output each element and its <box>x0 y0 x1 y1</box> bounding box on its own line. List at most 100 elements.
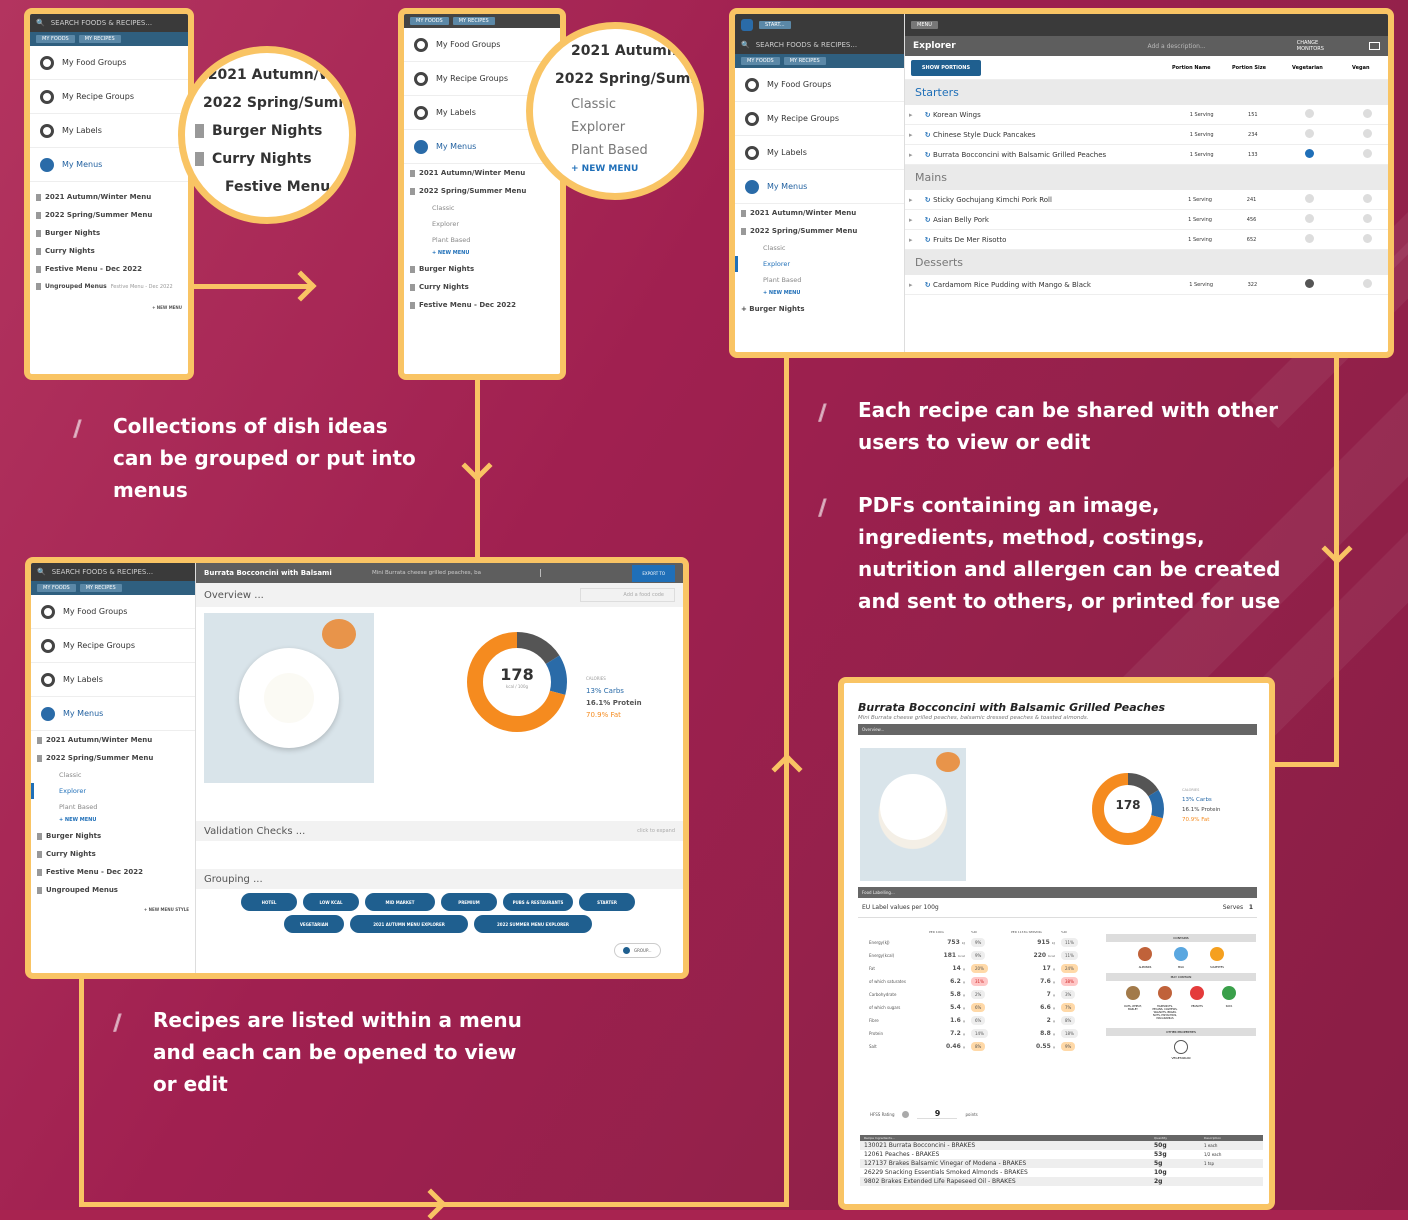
overview-header[interactable]: Overview ... Add a food code <box>196 583 683 607</box>
nav-recipe-groups[interactable]: My Recipe Groups <box>735 102 904 136</box>
menu-item-open[interactable]: 2022 Spring/Summer Menu <box>735 222 904 240</box>
search-input[interactable]: SEARCH FOODS & RECIPES... <box>756 41 857 49</box>
food-code-input[interactable]: Add a food code <box>580 588 675 602</box>
menu-item-open[interactable]: 2022 Spring/Summer Menu <box>404 182 560 200</box>
recipe-name[interactable]: ↻ Asian Belly Pork <box>920 209 1185 230</box>
recipe-name[interactable]: ↻ Sticky Gochujang Kimchi Pork Roll <box>920 190 1185 210</box>
expand-icon[interactable]: ▸ <box>905 105 921 125</box>
menu-item[interactable]: 2021 Autumn/Winter Menu <box>30 188 188 206</box>
recipe-name[interactable]: ↻ Burrata Bocconcini with Balsamic Grill… <box>920 144 1186 165</box>
recipe-name[interactable]: ↻ Chinese Style Duck Pancakes <box>920 124 1186 145</box>
submenu-explorer[interactable]: Explorer <box>404 216 560 232</box>
vegetarian-check[interactable] <box>1301 124 1359 145</box>
vegetarian-check[interactable] <box>1301 105 1359 125</box>
vegetarian-check[interactable] <box>1300 209 1359 230</box>
vegan-check[interactable] <box>1358 275 1388 295</box>
table-row[interactable]: ▸ ↻ Asian Belly Pork 1 Serving 456 <box>905 209 1388 230</box>
expand-icon[interactable]: ▸ <box>905 144 921 165</box>
expand-icon[interactable]: ▸ <box>905 190 921 210</box>
group-pill[interactable]: MID MARKET <box>365 893 435 911</box>
submenu-plant-based[interactable]: Plant Based <box>31 799 195 815</box>
vegan-check[interactable] <box>1358 190 1388 210</box>
group-pill[interactable]: 2021 AUTUMN MENU EXPLORER <box>350 915 468 933</box>
columns-icon[interactable] <box>1369 42 1380 50</box>
menu-item[interactable]: Ungrouped Menus Festive Menu - Dec 2022 <box>30 278 188 295</box>
section-header[interactable]: Starters <box>905 80 1388 105</box>
recipe-name[interactable]: ↻ Cardamom Rice Pudding with Mango & Bla… <box>920 275 1186 295</box>
table-row[interactable]: ▸ ↻ Fruits De Mer Risotto 1 Serving 652 <box>905 229 1388 250</box>
nav-labels[interactable]: My Labels <box>735 136 904 170</box>
group-pill[interactable]: HOTEL <box>241 893 297 911</box>
nav-menus[interactable]: My Menus <box>31 697 195 731</box>
nav-menus[interactable]: My Menus <box>30 148 188 182</box>
menu-item[interactable]: Burger Nights <box>404 260 560 278</box>
tab-my-recipes[interactable]: MY RECIPES <box>452 17 495 25</box>
search-bar[interactable]: 🔍 SEARCH FOODS & RECIPES... <box>30 14 188 32</box>
menu-item[interactable]: Festive Menu - Dec 2022 <box>30 260 188 278</box>
menu-tab[interactable]: MENU <box>911 21 938 29</box>
menu-item[interactable]: 2022 Spring/Summer Menu <box>30 206 188 224</box>
vegetarian-check[interactable] <box>1300 229 1359 250</box>
nav-recipe-groups[interactable]: My Recipe Groups <box>31 629 195 663</box>
show-portions-button[interactable]: SHOW PORTIONS <box>911 59 981 76</box>
nav-food-groups[interactable]: My Food Groups <box>404 28 560 62</box>
nav-labels[interactable]: My Labels <box>31 663 195 697</box>
submenu-classic[interactable]: Classic <box>735 240 904 256</box>
new-menu-style-button[interactable]: + NEW MENU STYLE <box>31 899 195 920</box>
share-icon[interactable] <box>540 569 590 577</box>
vegan-check[interactable] <box>1358 229 1388 250</box>
group-button[interactable]: GROUP... <box>614 943 661 958</box>
vegan-check[interactable] <box>1358 105 1388 125</box>
section-header[interactable]: Mains <box>905 165 1388 190</box>
group-pill[interactable]: LOW KCAL <box>303 893 359 911</box>
vegan-check[interactable] <box>1358 124 1388 145</box>
table-row[interactable]: ▸ ↻ Korean Wings 1 Serving 151 <box>905 105 1388 125</box>
start-tab[interactable]: START... <box>759 21 791 29</box>
search-bar[interactable]: 🔍 SEARCH FOODS & RECIPES... <box>735 36 904 54</box>
vegetarian-check[interactable] <box>1300 190 1359 210</box>
menu-item-open[interactable]: 2022 Spring/Summer Menu <box>31 749 195 767</box>
vegan-check[interactable] <box>1358 209 1388 230</box>
expand-icon[interactable]: ▸ <box>905 209 921 230</box>
recipe-name[interactable]: ↻ Fruits De Mer Risotto <box>920 229 1185 250</box>
tab-my-foods[interactable]: MY FOODS <box>36 35 75 43</box>
validation-header[interactable]: Validation Checks ... click to expand <box>196 821 683 841</box>
menu-item[interactable]: Burger Nights <box>31 827 195 845</box>
export-button[interactable]: EXPORT TO <box>632 564 675 582</box>
submenu-classic[interactable]: Classic <box>404 200 560 216</box>
section-header[interactable]: Desserts <box>905 250 1388 275</box>
description-input[interactable]: Add a description... <box>1147 43 1266 50</box>
table-row[interactable]: ▸ ↻ Cardamom Rice Pudding with Mango & Bl… <box>905 275 1388 295</box>
new-menu-link[interactable]: + NEW MENU <box>735 288 904 300</box>
menu-item[interactable]: Curry Nights <box>404 278 560 296</box>
grouping-header[interactable]: Grouping ... <box>196 869 683 889</box>
tab-my-foods[interactable]: MY FOODS <box>410 17 449 25</box>
vegetarian-check[interactable] <box>1301 144 1359 165</box>
nav-recipe-groups[interactable]: My Recipe Groups <box>30 80 188 114</box>
search-bar[interactable]: 🔍 SEARCH FOODS & RECIPES... <box>31 563 195 581</box>
submenu-classic[interactable]: Classic <box>31 767 195 783</box>
group-pill[interactable]: VEGETARIAN <box>284 915 344 933</box>
submenu-plant-based[interactable]: Plant Based <box>404 232 560 248</box>
view-button[interactable]: CHANGE MONITORS <box>1297 40 1340 52</box>
table-row[interactable]: ▸ ↻ Chinese Style Duck Pancakes 1 Serving 2… <box>905 124 1388 145</box>
group-pill[interactable]: PREMIUM <box>441 893 497 911</box>
menu-item[interactable]: Curry Nights <box>30 242 188 260</box>
group-pill[interactable]: 2022 SUMMER MENU EXPLORER <box>474 915 592 933</box>
group-pill[interactable]: STARTER <box>579 893 635 911</box>
new-menu-button[interactable]: + NEW MENU <box>30 295 188 320</box>
vegan-check[interactable] <box>1358 144 1388 165</box>
vegetarian-check[interactable] <box>1301 275 1359 295</box>
menu-item[interactable]: 2021 Autumn/Winter Menu <box>404 164 560 182</box>
search-input[interactable]: SEARCH FOODS & RECIPES... <box>52 568 153 576</box>
expand-icon[interactable]: ▸ <box>905 275 921 295</box>
nav-menus[interactable]: My Menus <box>735 170 904 204</box>
menu-item[interactable]: 2021 Autumn/Winter Menu <box>735 204 904 222</box>
nav-food-groups[interactable]: My Food Groups <box>31 595 195 629</box>
menu-item[interactable]: Ungrouped Menus <box>31 881 195 899</box>
menu-item[interactable]: 2021 Autumn/Winter Menu <box>31 731 195 749</box>
submenu-explorer[interactable]: Explorer <box>31 783 195 799</box>
search-input[interactable]: SEARCH FOODS & RECIPES... <box>51 19 152 27</box>
table-row[interactable]: ▸ ↻ Burrata Bocconcini with Balsamic Gril… <box>905 144 1388 165</box>
new-menu-link[interactable]: + NEW MENU <box>404 248 560 260</box>
